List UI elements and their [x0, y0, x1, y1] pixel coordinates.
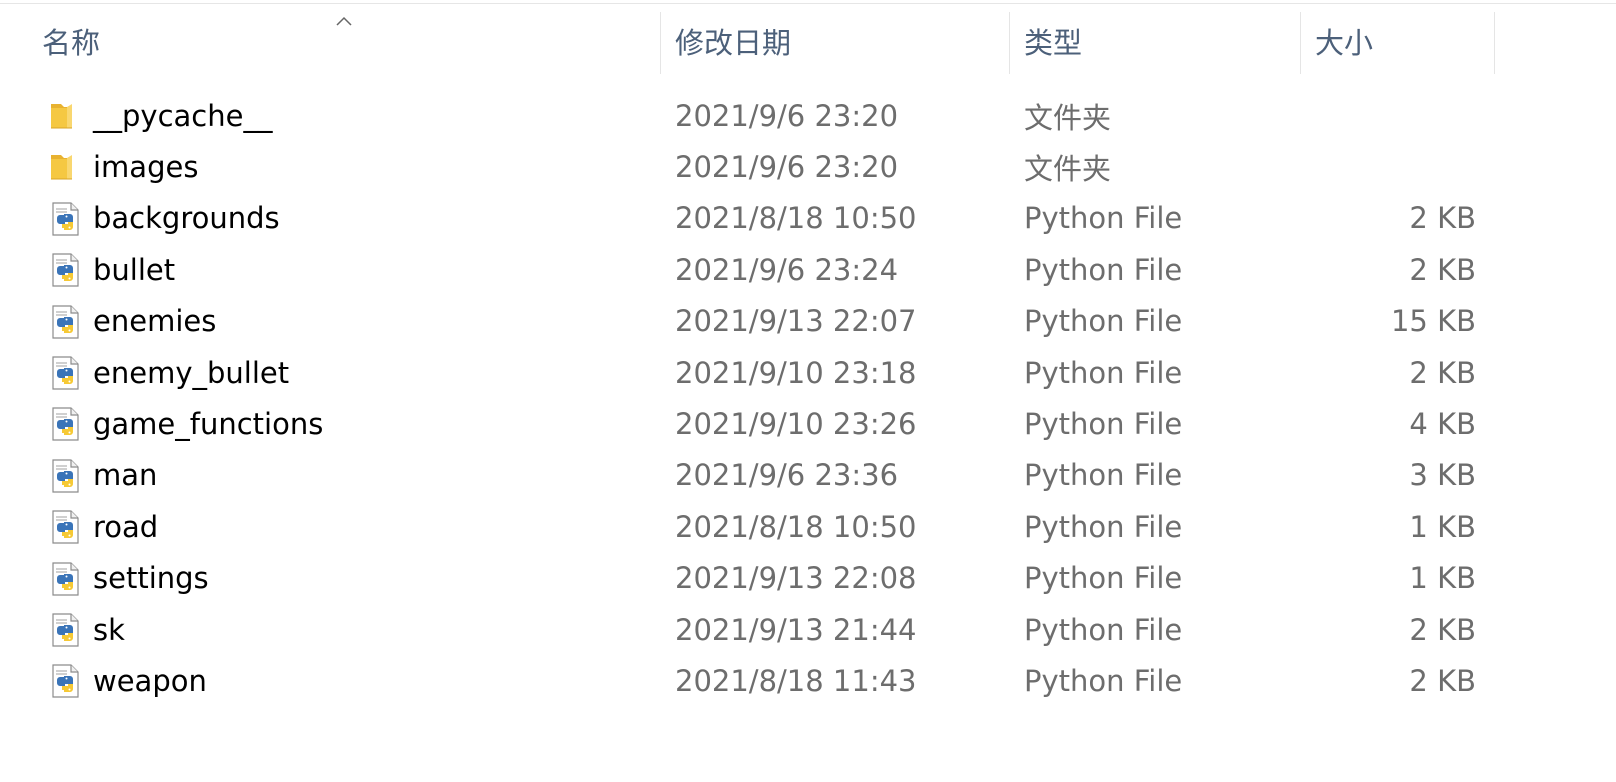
file-size: 2 KB	[1409, 663, 1476, 698]
file-modified-date: 2021/9/13 21:44	[675, 612, 917, 647]
file-size	[1290, 141, 1476, 192]
file-row[interactable]: sk 2021/9/13 21:44 Python File 2 KB	[0, 604, 1560, 655]
python-file-icon	[48, 458, 84, 494]
python-file-icon	[48, 663, 84, 699]
column-divider-size[interactable]	[1494, 12, 1495, 74]
file-row[interactable]: enemy_bullet 2021/9/10 23:18 Python File 2 …	[0, 347, 1560, 398]
file-name: images	[93, 149, 199, 184]
file-modified-date: 2021/9/6 23:36	[675, 458, 899, 493]
file-name: settings	[93, 561, 209, 596]
folder-icon	[48, 149, 84, 185]
file-modified-date: 2021/9/13 22:07	[675, 304, 917, 339]
file-row[interactable]: enemies 2021/9/13 22:07 Python File 15 KB	[0, 296, 1560, 347]
file-type: Python File	[1024, 663, 1183, 698]
column-header-size[interactable]: 大小	[1301, 8, 1494, 74]
file-modified-date: 2021/9/10 23:18	[675, 355, 917, 390]
file-type: 文件夹	[1024, 151, 1112, 186]
file-row[interactable]: settings 2021/9/13 22:08 Python File 1 KB	[0, 553, 1560, 604]
column-header-size-label: 大小	[1315, 26, 1374, 60]
file-size: 1 KB	[1409, 561, 1476, 596]
file-type: Python File	[1024, 509, 1183, 544]
file-size: 2 KB	[1409, 355, 1476, 390]
file-type: Python File	[1024, 406, 1183, 441]
folder-icon	[48, 98, 84, 134]
file-modified-date: 2021/9/10 23:26	[675, 406, 917, 441]
file-type: Python File	[1024, 458, 1183, 493]
file-name: weapon	[93, 663, 207, 698]
python-file-icon	[48, 612, 84, 648]
file-name: man	[93, 458, 158, 493]
file-row[interactable]: __pycache__ 2021/9/6 23:20 文件夹	[0, 90, 1560, 141]
python-file-icon	[48, 304, 84, 340]
column-header-type-label: 类型	[1024, 26, 1083, 60]
python-file-icon	[48, 252, 84, 288]
file-modified-date: 2021/8/18 10:50	[675, 201, 917, 236]
file-row[interactable]: game_functions 2021/9/10 23:26 Python File…	[0, 398, 1560, 449]
file-type: Python File	[1024, 252, 1183, 287]
file-type: Python File	[1024, 304, 1183, 339]
column-header-name-label: 名称	[42, 26, 101, 60]
file-name: sk	[93, 612, 125, 647]
file-type: 文件夹	[1024, 100, 1112, 135]
file-type: Python File	[1024, 355, 1183, 390]
column-header-date-label: 修改日期	[675, 26, 792, 60]
column-header-name[interactable]: 名称	[0, 8, 660, 74]
file-row[interactable]: images 2021/9/6 23:20 文件夹	[0, 141, 1560, 192]
column-header-date[interactable]: 修改日期	[661, 8, 1009, 74]
python-file-icon	[48, 201, 84, 237]
file-row[interactable]: bullet 2021/9/6 23:24 Python File 2 KB	[0, 244, 1560, 295]
file-size: 3 KB	[1409, 458, 1476, 493]
file-name: enemies	[93, 304, 217, 339]
file-size: 1 KB	[1409, 509, 1476, 544]
file-modified-date: 2021/9/6 23:20	[675, 149, 899, 184]
python-file-icon	[48, 561, 84, 597]
file-size: 2 KB	[1409, 201, 1476, 236]
file-size: 2 KB	[1409, 612, 1476, 647]
file-type: Python File	[1024, 561, 1183, 596]
file-name: road	[93, 509, 159, 544]
file-name: enemy_bullet	[93, 355, 290, 390]
file-row[interactable]: man 2021/9/6 23:36 Python File 3 KB	[0, 450, 1560, 501]
column-header-type[interactable]: 类型	[1010, 8, 1300, 74]
file-row[interactable]: backgrounds 2021/8/18 10:50 Python File 2 K…	[0, 193, 1560, 244]
column-header-bar: 名称 修改日期 类型 大小	[0, 8, 1616, 74]
python-file-icon	[48, 509, 84, 545]
file-modified-date: 2021/8/18 11:43	[675, 663, 917, 698]
file-modified-date: 2021/9/6 23:24	[675, 252, 899, 287]
file-name: game_functions	[93, 406, 324, 441]
python-file-icon	[48, 406, 84, 442]
file-modified-date: 2021/9/6 23:20	[675, 98, 899, 133]
python-file-icon	[48, 355, 84, 391]
file-modified-date: 2021/8/18 10:50	[675, 509, 917, 544]
file-size: 2 KB	[1409, 252, 1476, 287]
file-name: backgrounds	[93, 201, 280, 236]
top-border	[0, 3, 1616, 4]
file-modified-date: 2021/9/13 22:08	[675, 561, 917, 596]
file-size	[1290, 90, 1476, 141]
file-row[interactable]: road 2021/8/18 10:50 Python File 1 KB	[0, 501, 1560, 552]
file-row[interactable]: weapon 2021/8/18 11:43 Python File 2 KB	[0, 655, 1560, 706]
file-name: bullet	[93, 252, 176, 287]
file-type: Python File	[1024, 201, 1183, 236]
file-size: 15 KB	[1390, 304, 1476, 339]
file-size: 4 KB	[1409, 406, 1476, 441]
file-name: __pycache__	[93, 98, 273, 133]
file-type: Python File	[1024, 612, 1183, 647]
